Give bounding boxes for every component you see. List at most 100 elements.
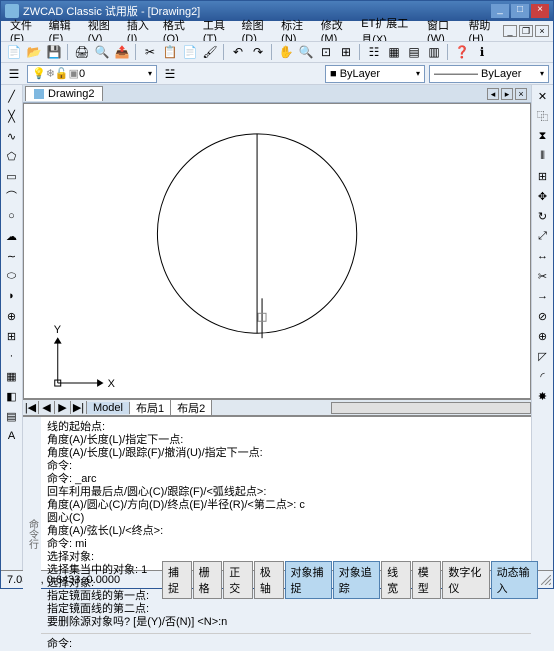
sheet-tab-layout1[interactable]: 布局1 (130, 400, 171, 416)
revcloud-tool[interactable]: ☁ (3, 227, 21, 245)
maximize-button[interactable]: □ (511, 4, 529, 18)
sheet-prev-button[interactable]: ◀ (39, 401, 55, 414)
sheet-last-button[interactable]: ▶| (71, 401, 87, 414)
tp-button[interactable]: ▤ (405, 43, 423, 61)
rotate-tool[interactable]: ↻ (534, 207, 552, 225)
circle-tool[interactable]: ○ (3, 207, 21, 225)
tab-left-button[interactable]: ◂ (487, 88, 499, 100)
offset-tool[interactable]: ⫴ (534, 147, 552, 165)
extend-tool[interactable]: → (534, 287, 552, 305)
document-tabs: Drawing2 ◂ ▸ × (23, 85, 531, 103)
print-button[interactable]: 🖨 (73, 43, 91, 61)
xline-tool[interactable]: ╳ (3, 107, 21, 125)
ellipse-tool[interactable]: ⬭ (3, 267, 21, 285)
table-tool[interactable]: ▤ (3, 407, 21, 425)
match-button[interactable]: 🖌 (201, 43, 219, 61)
array-tool[interactable]: ⊞ (534, 167, 552, 185)
undo-button[interactable]: ↶ (229, 43, 247, 61)
help-icon[interactable]: ❓ (453, 43, 471, 61)
fillet-tool[interactable]: ◜ (534, 367, 552, 385)
sheet-first-button[interactable]: |◀ (23, 401, 39, 414)
dc-button[interactable]: ▦ (385, 43, 403, 61)
publish-button[interactable]: 📤 (113, 43, 131, 61)
calc-button[interactable]: ▥ (425, 43, 443, 61)
color-combo[interactable]: ■ ByLayer▾ (325, 65, 425, 83)
paste-button[interactable]: 📄 (181, 43, 199, 61)
block-tool[interactable]: ⊞ (3, 327, 21, 345)
prop-button[interactable]: ☷ (365, 43, 383, 61)
sheet-tabs: |◀ ◀ ▶ ▶| Model 布局1 布局2 (23, 399, 531, 415)
sep (271, 44, 273, 60)
break-tool[interactable]: ⊘ (534, 307, 552, 325)
ellipsearc-tool[interactable]: ◗ (3, 287, 21, 305)
scale-tool[interactable]: ⤢ (534, 227, 552, 245)
layer-toolbar: ☰ 💡❄🔓▣ 0▾ ☱ ■ ByLayer▾ ———— ByLayer▾ (1, 63, 553, 85)
stretch-tool[interactable]: ↔ (534, 247, 552, 265)
spline-tool[interactable]: ∼ (3, 247, 21, 265)
drawing-canvas[interactable]: X Y (23, 103, 531, 399)
main-area: ╱ ╳ ∿ ⬠ ▭ ⌒ ○ ☁ ∼ ⬭ ◗ ⊕ ⊞ · ▦ ◧ ▤ A Draw… (1, 85, 553, 570)
close-button[interactable]: × (531, 4, 549, 18)
rect-tool[interactable]: ▭ (3, 167, 21, 185)
region-tool[interactable]: ◧ (3, 387, 21, 405)
sheet-next-button[interactable]: ▶ (55, 401, 71, 414)
doc-tab-active[interactable]: Drawing2 (25, 86, 103, 101)
sep (67, 44, 69, 60)
cut-button[interactable]: ✂ (141, 43, 159, 61)
sep (135, 44, 137, 60)
zoom-win-button[interactable]: ⊡ (317, 43, 335, 61)
new-button[interactable]: 📄 (5, 43, 23, 61)
tab-right-button[interactable]: ▸ (501, 88, 513, 100)
sep (359, 44, 361, 60)
mdi-close-button[interactable]: × (535, 25, 549, 37)
tab-close-button[interactable]: × (515, 88, 527, 100)
about-button[interactable]: ℹ (473, 43, 491, 61)
open-button[interactable]: 📂 (25, 43, 43, 61)
join-tool[interactable]: ⊕ (534, 327, 552, 345)
layer-mgr-button[interactable]: ☰ (5, 65, 23, 83)
trim-tool[interactable]: ✂ (534, 267, 552, 285)
mirror-tool[interactable]: ⧗ (534, 127, 552, 145)
hatch-tool[interactable]: ▦ (3, 367, 21, 385)
point-tool[interactable]: · (3, 347, 21, 365)
command-line[interactable]: 命令: (41, 633, 531, 651)
drawing-svg: X Y (24, 104, 530, 398)
redo-button[interactable]: ↷ (249, 43, 267, 61)
copy-button[interactable]: 📋 (161, 43, 179, 61)
command-side-label: 命令行 (23, 417, 41, 651)
sheet-tab-model[interactable]: Model (87, 402, 130, 414)
arc-tool[interactable]: ⌒ (3, 187, 21, 205)
line-tool[interactable]: ╱ (3, 87, 21, 105)
zoom-prev-button[interactable]: ⊞ (337, 43, 355, 61)
resize-handle[interactable] (539, 573, 553, 587)
command-history[interactable]: 线的起始点: 角度(A)/长度(L)/指定下一点: 角度(A)/长度(L)/跟踪… (41, 417, 531, 633)
sheet-tab-layout2[interactable]: 布局2 (171, 400, 212, 416)
chamfer-tool[interactable]: ◸ (534, 347, 552, 365)
preview-button[interactable]: 🔍 (93, 43, 111, 61)
command-prompt: 命令: (47, 635, 72, 651)
erase-tool[interactable]: ✕ (534, 87, 552, 105)
mdi-restore-button[interactable]: ❐ (519, 25, 533, 37)
linetype-combo[interactable]: ———— ByLayer▾ (429, 65, 549, 83)
h-scrollbar[interactable] (331, 402, 531, 414)
layer-iso-button[interactable]: ☱ (161, 65, 179, 83)
insert-tool[interactable]: ⊕ (3, 307, 21, 325)
layer-combo[interactable]: 💡❄🔓▣ 0▾ (27, 65, 157, 83)
sep (447, 44, 449, 60)
draw-toolbar: ╱ ╳ ∿ ⬠ ▭ ⌒ ○ ☁ ∼ ⬭ ◗ ⊕ ⊞ · ▦ ◧ ▤ A (1, 85, 23, 570)
save-button[interactable]: 💾 (45, 43, 63, 61)
pline-tool[interactable]: ∿ (3, 127, 21, 145)
polygon-tool[interactable]: ⬠ (3, 147, 21, 165)
move-tool[interactable]: ✥ (534, 187, 552, 205)
tab-controls: ◂ ▸ × (487, 88, 529, 100)
text-tool[interactable]: A (3, 427, 21, 445)
y-axis-label: Y (54, 324, 62, 336)
x-axis-label: X (108, 378, 116, 390)
mdi-min-button[interactable]: _ (503, 25, 517, 37)
sheet-nav: |◀ ◀ ▶ ▶| (23, 401, 87, 414)
copy-tool[interactable]: ⿻ (534, 107, 552, 125)
pan-button[interactable]: ✋ (277, 43, 295, 61)
zoom-button[interactable]: 🔍 (297, 43, 315, 61)
explode-tool[interactable]: ✸ (534, 387, 552, 405)
mdi-controls: _ ❐ × (503, 25, 549, 37)
